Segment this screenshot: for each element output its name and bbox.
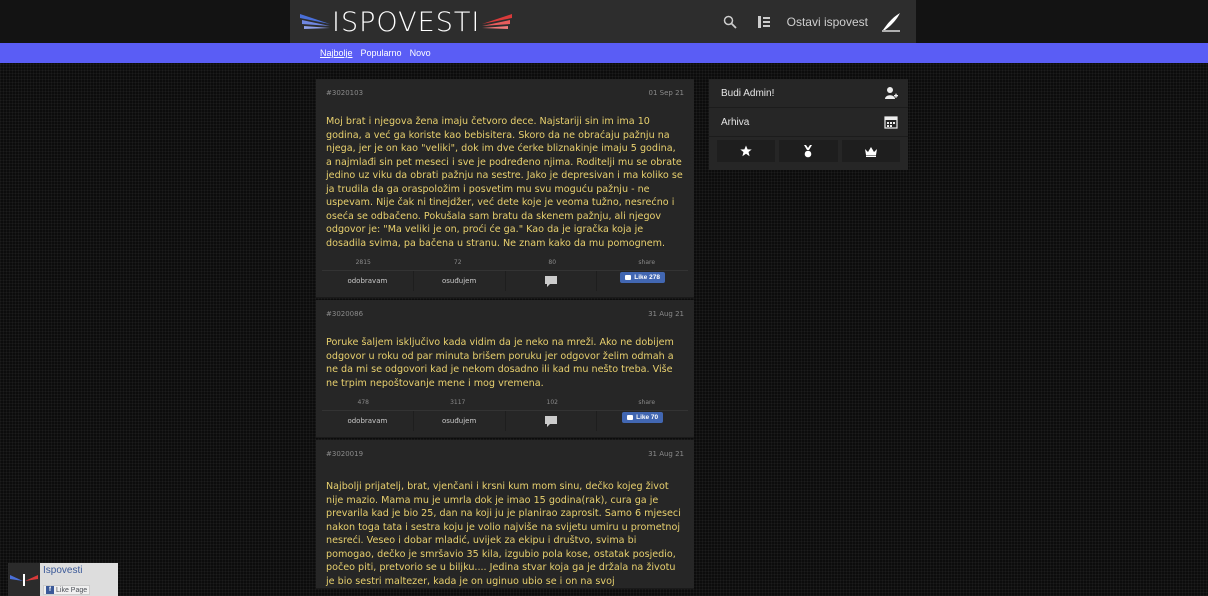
comment-icon bbox=[544, 275, 557, 287]
tab-najbolje[interactable]: Najbolje bbox=[320, 48, 353, 58]
left-wing-icon bbox=[300, 14, 330, 29]
approve-button[interactable]: odobravam bbox=[322, 411, 414, 431]
comment-icon bbox=[544, 415, 557, 427]
submit-confession-link[interactable]: Ostavi ispovest bbox=[787, 15, 868, 29]
share-cell: Like 278 bbox=[597, 271, 688, 291]
top-bar: ISPOVESTI Ostavi ispovest bbox=[0, 0, 1208, 43]
fb-like-label: Like 70 bbox=[636, 413, 659, 421]
post-actions: odobravam osuđujem Like 70 bbox=[322, 410, 688, 437]
crown-button[interactable] bbox=[841, 140, 900, 162]
header-tools: Ostavi ispovest bbox=[719, 0, 902, 43]
tab-popularno[interactable]: Popularno bbox=[361, 48, 402, 58]
fb-like-button[interactable]: Like 70 bbox=[622, 411, 664, 423]
post-stats: 2815 72 80 share bbox=[316, 258, 694, 268]
condemn-button[interactable]: osuđujem bbox=[414, 411, 506, 431]
condemn-count: 3117 bbox=[450, 399, 466, 406]
fb-like-label: Like 278 bbox=[634, 273, 660, 281]
condemn-count: 72 bbox=[453, 259, 462, 266]
confession-post: #3020086 31 Aug 21 Poruke šaljem isključ… bbox=[316, 300, 694, 438]
confession-post: #3020019 31 Aug 21 Najbolji prijatelj, b… bbox=[316, 440, 694, 589]
post-stats: 478 3117 102 share bbox=[316, 398, 694, 408]
star-icon bbox=[740, 145, 752, 157]
right-wing-icon bbox=[482, 14, 513, 29]
like-page-button[interactable]: f Like Page bbox=[43, 585, 91, 595]
search-icon[interactable] bbox=[719, 11, 741, 33]
thumbs-up-icon bbox=[627, 414, 634, 420]
wings-logo-icon bbox=[10, 573, 38, 586]
calendar-icon bbox=[884, 116, 898, 129]
post-date: 31 Aug 21 bbox=[648, 450, 684, 458]
share-label: share bbox=[638, 259, 656, 266]
comment-count: 102 bbox=[546, 399, 558, 406]
like-page-label: Like Page bbox=[56, 586, 88, 594]
arhiva-link[interactable]: Arhiva bbox=[709, 108, 908, 137]
post-text: Poruke šaljem isključivo kada vidim da j… bbox=[326, 337, 674, 389]
post-id[interactable]: #3020086 bbox=[326, 310, 363, 324]
confession-post: #3020103 01 Sep 21 Moj brat i njegova že… bbox=[316, 79, 694, 298]
post-header: #3020086 31 Aug 21 bbox=[316, 300, 694, 324]
list-icon[interactable] bbox=[753, 11, 775, 33]
post-id[interactable]: #3020103 bbox=[326, 89, 363, 103]
post-id[interactable]: #3020019 bbox=[326, 450, 363, 464]
arhiva-label: Arhiva bbox=[721, 116, 750, 128]
sub-navigation: Najbolje Popularno Novo bbox=[0, 43, 1208, 63]
post-header: #3020103 01 Sep 21 bbox=[316, 79, 694, 103]
logo[interactable]: ISPOVESTI bbox=[300, 6, 513, 38]
user-add-icon bbox=[885, 87, 898, 99]
quill-icon[interactable] bbox=[880, 11, 902, 33]
post-date: 31 Aug 21 bbox=[648, 310, 684, 318]
medal-button[interactable] bbox=[779, 140, 838, 162]
sidebar-panel: Budi Admin! Arhiva bbox=[709, 79, 908, 170]
thumbs-up-icon bbox=[625, 274, 632, 280]
comment-button[interactable] bbox=[506, 271, 598, 291]
widget-text: Ispovesti f Like Page bbox=[40, 563, 93, 596]
header: ISPOVESTI Ostavi ispovest bbox=[290, 0, 916, 43]
post-header: #3020019 31 Aug 21 bbox=[316, 440, 694, 464]
condemn-button[interactable]: osuđujem bbox=[414, 271, 506, 291]
tab-novo[interactable]: Novo bbox=[410, 48, 431, 58]
confession-feed: #3020103 01 Sep 21 Moj brat i njegova že… bbox=[316, 79, 694, 591]
comment-button[interactable] bbox=[506, 411, 598, 431]
post-date: 01 Sep 21 bbox=[648, 89, 684, 97]
sort-tabs: Najbolje Popularno Novo bbox=[320, 43, 431, 63]
budi-admin-label: Budi Admin! bbox=[721, 87, 775, 99]
sidebar-icon-row bbox=[715, 137, 902, 165]
comment-count: 80 bbox=[548, 259, 557, 266]
facebook-icon: f bbox=[46, 586, 54, 594]
page-name[interactable]: Ispovesti bbox=[43, 565, 90, 576]
approve-count: 2815 bbox=[355, 259, 371, 266]
star-button[interactable] bbox=[717, 140, 776, 162]
approve-count: 478 bbox=[357, 399, 369, 406]
crown-icon bbox=[864, 146, 877, 157]
facebook-page-widget[interactable]: Ispovesti f Like Page bbox=[8, 563, 118, 596]
post-actions: odobravam osuđujem Like 278 bbox=[322, 270, 688, 297]
share-label: share bbox=[638, 399, 656, 406]
approve-button[interactable]: odobravam bbox=[322, 271, 414, 291]
budi-admin-link[interactable]: Budi Admin! bbox=[709, 79, 908, 108]
share-cell: Like 70 bbox=[597, 411, 688, 431]
medal-icon bbox=[804, 144, 813, 157]
logo-text: ISPOVESTI bbox=[332, 6, 481, 38]
page-logo bbox=[8, 563, 40, 596]
post-text: Moj brat i njegova žena imaju četvoro de… bbox=[326, 116, 683, 249]
fb-like-button[interactable]: Like 278 bbox=[620, 271, 665, 283]
post-text: Najbolji prijatelj, brat, vjenčani i krs… bbox=[326, 481, 681, 587]
